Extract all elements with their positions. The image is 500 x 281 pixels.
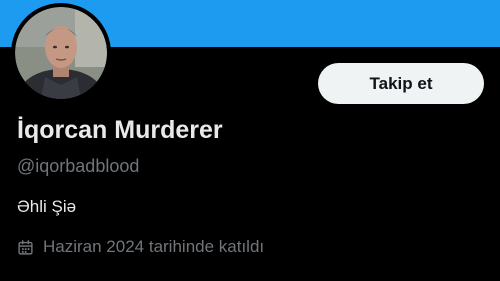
joined-date-row: Haziran 2024 tarihinde katıldı: [17, 236, 264, 258]
display-name: İqorcan Murderer: [17, 116, 223, 144]
cut-off-stats-row: [0, 276, 500, 281]
joined-date-text: Haziran 2024 tarihinde katıldı: [43, 237, 265, 256]
profile-bio: Əhli Şiə: [17, 197, 77, 216]
follow-button[interactable]: Takip et: [318, 63, 484, 104]
user-handle: @iqorbadblood: [17, 156, 140, 176]
avatar-photo: [15, 7, 107, 99]
calendar-icon: [18, 239, 33, 255]
avatar[interactable]: [11, 3, 111, 103]
